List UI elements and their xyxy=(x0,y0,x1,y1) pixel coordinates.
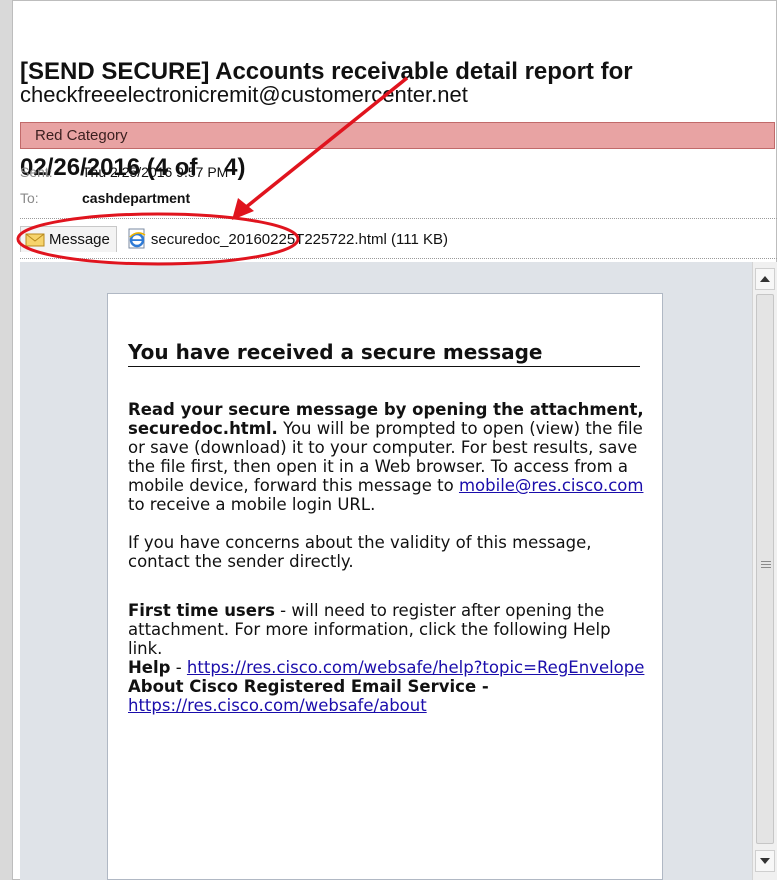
help-separator: - xyxy=(170,658,187,677)
attachment-securedoc[interactable]: securedoc_20160225T225722.html (111 KB) xyxy=(127,226,448,252)
about-line: About Cisco Registered Email Service - xyxy=(128,677,648,696)
about-separator: - xyxy=(476,677,489,696)
secure-message-card: You have received a secure message Read … xyxy=(107,293,663,880)
help-line: Help - https://res.cisco.com/websafe/hel… xyxy=(128,658,648,677)
instructions-tail: to receive a mobile login URL. xyxy=(128,495,376,514)
scroll-down-button[interactable] xyxy=(755,850,775,872)
mobile-email-link[interactable]: mobile@res.cisco.com xyxy=(459,476,644,495)
paragraph-first-time: First time users - will need to register… xyxy=(128,601,648,658)
paragraph-concerns: If you have concerns about the validity … xyxy=(128,533,592,571)
sent-value: Thu 2/25/2016 9:57 PM xyxy=(82,164,229,180)
secure-message-body: Read your secure message by opening the … xyxy=(128,400,648,715)
help-label: Help xyxy=(128,658,171,677)
secure-message-title: You have received a secure message xyxy=(128,340,640,367)
scroll-grip-icon xyxy=(761,561,771,570)
message-tab[interactable]: Message xyxy=(20,226,117,252)
email-subject: [SEND SECURE] Accounts receivable detail… xyxy=(20,0,770,216)
to-row: To: cashdepartment xyxy=(20,190,190,206)
attachment-divider xyxy=(20,258,777,259)
category-banner[interactable]: Red Category xyxy=(20,122,775,149)
sent-row: Sent: Thu 2/25/2016 9:57 PM xyxy=(20,164,228,180)
attachment-filename: securedoc_20160225T225722.html (111 KB) xyxy=(150,230,449,248)
scroll-thumb[interactable] xyxy=(756,294,774,844)
scroll-up-button[interactable] xyxy=(755,268,775,290)
message-tab-label: Message xyxy=(49,231,110,248)
about-link-line: https://res.cisco.com/websafe/about xyxy=(128,696,648,715)
paragraph-instructions: Read your secure message by opening the … xyxy=(128,400,648,514)
sent-label: Sent: xyxy=(20,164,53,180)
help-link[interactable]: https://res.cisco.com/websafe/help?topic… xyxy=(187,658,644,677)
header-divider xyxy=(20,218,777,219)
arrow-down-icon xyxy=(760,858,770,864)
to-recipient[interactable]: cashdepartment xyxy=(82,190,190,206)
sender-address[interactable]: checkfreeelectronicremit@customercenter.… xyxy=(20,82,468,108)
attachment-bar: Message securedoc_20160225T225722.html (… xyxy=(20,226,448,252)
about-label: About Cisco Registered Email Service xyxy=(128,677,477,696)
arrow-up-icon xyxy=(760,276,770,282)
first-time-bold: First time users xyxy=(128,601,275,620)
to-label: To: xyxy=(20,190,39,206)
about-link[interactable]: https://res.cisco.com/websafe/about xyxy=(128,696,427,715)
vertical-scrollbar[interactable] xyxy=(752,262,777,880)
ie-html-file-icon xyxy=(128,228,146,249)
envelope-icon xyxy=(25,233,45,246)
